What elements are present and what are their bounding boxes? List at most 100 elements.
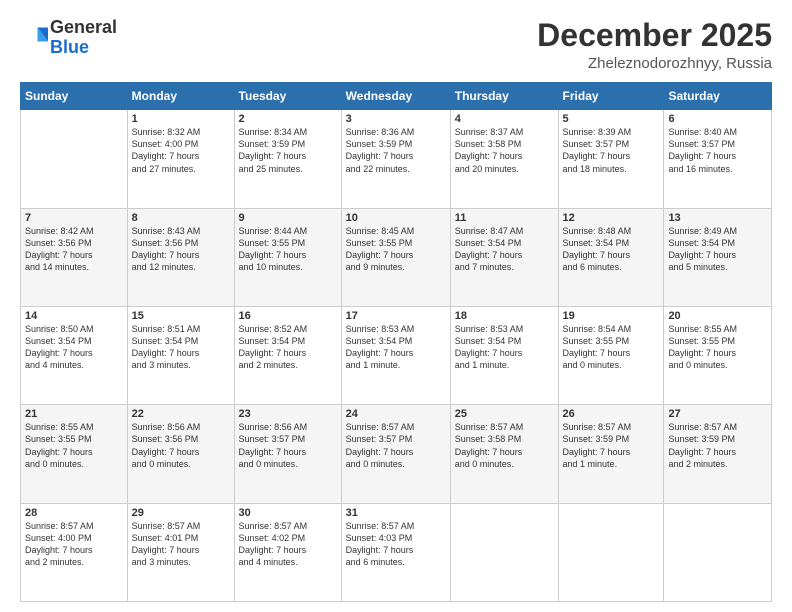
calendar-cell: 1Sunrise: 8:32 AMSunset: 4:00 PMDaylight… (127, 110, 234, 208)
calendar-header-sunday: Sunday (21, 83, 128, 110)
calendar-cell: 21Sunrise: 8:55 AMSunset: 3:55 PMDayligh… (21, 405, 128, 503)
day-info: Sunrise: 8:57 AMSunset: 3:59 PMDaylight:… (668, 421, 767, 470)
day-info: Sunrise: 8:36 AMSunset: 3:59 PMDaylight:… (346, 126, 446, 175)
day-number: 5 (563, 113, 660, 125)
generalblue-logo-icon (20, 24, 48, 52)
calendar-cell: 18Sunrise: 8:53 AMSunset: 3:54 PMDayligh… (450, 306, 558, 404)
calendar-cell: 4Sunrise: 8:37 AMSunset: 3:58 PMDaylight… (450, 110, 558, 208)
calendar-cell: 28Sunrise: 8:57 AMSunset: 4:00 PMDayligh… (21, 503, 128, 601)
calendar-header-wednesday: Wednesday (341, 83, 450, 110)
day-info: Sunrise: 8:56 AMSunset: 3:56 PMDaylight:… (132, 421, 230, 470)
calendar-week-4: 28Sunrise: 8:57 AMSunset: 4:00 PMDayligh… (21, 503, 772, 601)
day-info: Sunrise: 8:57 AMSunset: 3:57 PMDaylight:… (346, 421, 446, 470)
calendar-cell: 6Sunrise: 8:40 AMSunset: 3:57 PMDaylight… (664, 110, 772, 208)
day-number: 25 (455, 408, 554, 420)
day-number: 24 (346, 408, 446, 420)
calendar-cell: 15Sunrise: 8:51 AMSunset: 3:54 PMDayligh… (127, 306, 234, 404)
day-info: Sunrise: 8:55 AMSunset: 3:55 PMDaylight:… (668, 323, 767, 372)
calendar-cell (21, 110, 128, 208)
day-info: Sunrise: 8:49 AMSunset: 3:54 PMDaylight:… (668, 225, 767, 274)
day-info: Sunrise: 8:57 AMSunset: 4:00 PMDaylight:… (25, 520, 123, 569)
day-number: 3 (346, 113, 446, 125)
calendar-header-thursday: Thursday (450, 83, 558, 110)
day-number: 18 (455, 310, 554, 322)
day-info: Sunrise: 8:53 AMSunset: 3:54 PMDaylight:… (346, 323, 446, 372)
day-number: 16 (239, 310, 337, 322)
day-number: 23 (239, 408, 337, 420)
calendar-header-tuesday: Tuesday (234, 83, 341, 110)
day-info: Sunrise: 8:37 AMSunset: 3:58 PMDaylight:… (455, 126, 554, 175)
logo-text: General Blue (50, 18, 117, 58)
day-info: Sunrise: 8:39 AMSunset: 3:57 PMDaylight:… (563, 126, 660, 175)
day-info: Sunrise: 8:44 AMSunset: 3:55 PMDaylight:… (239, 225, 337, 274)
day-number: 26 (563, 408, 660, 420)
subtitle: Zheleznodorozhnyy, Russia (537, 55, 772, 72)
day-info: Sunrise: 8:56 AMSunset: 3:57 PMDaylight:… (239, 421, 337, 470)
calendar-cell: 19Sunrise: 8:54 AMSunset: 3:55 PMDayligh… (558, 306, 664, 404)
day-number: 4 (455, 113, 554, 125)
day-number: 12 (563, 212, 660, 224)
calendar-cell: 14Sunrise: 8:50 AMSunset: 3:54 PMDayligh… (21, 306, 128, 404)
calendar-cell: 29Sunrise: 8:57 AMSunset: 4:01 PMDayligh… (127, 503, 234, 601)
calendar-cell: 25Sunrise: 8:57 AMSunset: 3:58 PMDayligh… (450, 405, 558, 503)
day-info: Sunrise: 8:55 AMSunset: 3:55 PMDaylight:… (25, 421, 123, 470)
calendar-cell: 24Sunrise: 8:57 AMSunset: 3:57 PMDayligh… (341, 405, 450, 503)
calendar-header-saturday: Saturday (664, 83, 772, 110)
calendar-week-3: 21Sunrise: 8:55 AMSunset: 3:55 PMDayligh… (21, 405, 772, 503)
day-info: Sunrise: 8:47 AMSunset: 3:54 PMDaylight:… (455, 225, 554, 274)
day-info: Sunrise: 8:57 AMSunset: 4:03 PMDaylight:… (346, 520, 446, 569)
day-number: 7 (25, 212, 123, 224)
day-info: Sunrise: 8:48 AMSunset: 3:54 PMDaylight:… (563, 225, 660, 274)
day-number: 10 (346, 212, 446, 224)
day-info: Sunrise: 8:57 AMSunset: 3:59 PMDaylight:… (563, 421, 660, 470)
calendar-cell: 23Sunrise: 8:56 AMSunset: 3:57 PMDayligh… (234, 405, 341, 503)
day-info: Sunrise: 8:34 AMSunset: 3:59 PMDaylight:… (239, 126, 337, 175)
calendar-cell: 22Sunrise: 8:56 AMSunset: 3:56 PMDayligh… (127, 405, 234, 503)
calendar-header-friday: Friday (558, 83, 664, 110)
day-info: Sunrise: 8:54 AMSunset: 3:55 PMDaylight:… (563, 323, 660, 372)
calendar-cell: 9Sunrise: 8:44 AMSunset: 3:55 PMDaylight… (234, 208, 341, 306)
calendar-cell: 5Sunrise: 8:39 AMSunset: 3:57 PMDaylight… (558, 110, 664, 208)
day-info: Sunrise: 8:40 AMSunset: 3:57 PMDaylight:… (668, 126, 767, 175)
day-info: Sunrise: 8:52 AMSunset: 3:54 PMDaylight:… (239, 323, 337, 372)
calendar-header-row: SundayMondayTuesdayWednesdayThursdayFrid… (21, 83, 772, 110)
calendar-cell: 31Sunrise: 8:57 AMSunset: 4:03 PMDayligh… (341, 503, 450, 601)
calendar-week-1: 7Sunrise: 8:42 AMSunset: 3:56 PMDaylight… (21, 208, 772, 306)
logo-blue: Blue (50, 37, 89, 57)
day-number: 17 (346, 310, 446, 322)
calendar-cell: 16Sunrise: 8:52 AMSunset: 3:54 PMDayligh… (234, 306, 341, 404)
header: General Blue December 2025 Zheleznodoroz… (20, 18, 772, 72)
day-info: Sunrise: 8:32 AMSunset: 4:00 PMDaylight:… (132, 126, 230, 175)
day-info: Sunrise: 8:45 AMSunset: 3:55 PMDaylight:… (346, 225, 446, 274)
calendar-cell (450, 503, 558, 601)
day-info: Sunrise: 8:57 AMSunset: 4:02 PMDaylight:… (239, 520, 337, 569)
calendar-cell: 11Sunrise: 8:47 AMSunset: 3:54 PMDayligh… (450, 208, 558, 306)
day-info: Sunrise: 8:42 AMSunset: 3:56 PMDaylight:… (25, 225, 123, 274)
calendar-cell (664, 503, 772, 601)
day-number: 30 (239, 507, 337, 519)
logo-general: General (50, 17, 117, 37)
calendar-cell: 27Sunrise: 8:57 AMSunset: 3:59 PMDayligh… (664, 405, 772, 503)
day-number: 21 (25, 408, 123, 420)
page: General Blue December 2025 Zheleznodoroz… (0, 0, 792, 612)
day-number: 28 (25, 507, 123, 519)
calendar-cell: 13Sunrise: 8:49 AMSunset: 3:54 PMDayligh… (664, 208, 772, 306)
calendar-cell: 26Sunrise: 8:57 AMSunset: 3:59 PMDayligh… (558, 405, 664, 503)
day-number: 13 (668, 212, 767, 224)
calendar-cell: 7Sunrise: 8:42 AMSunset: 3:56 PMDaylight… (21, 208, 128, 306)
calendar-header-monday: Monday (127, 83, 234, 110)
calendar-cell: 8Sunrise: 8:43 AMSunset: 3:56 PMDaylight… (127, 208, 234, 306)
calendar-cell (558, 503, 664, 601)
day-number: 31 (346, 507, 446, 519)
calendar-cell: 10Sunrise: 8:45 AMSunset: 3:55 PMDayligh… (341, 208, 450, 306)
calendar-cell: 20Sunrise: 8:55 AMSunset: 3:55 PMDayligh… (664, 306, 772, 404)
day-number: 19 (563, 310, 660, 322)
day-info: Sunrise: 8:57 AMSunset: 3:58 PMDaylight:… (455, 421, 554, 470)
calendar-cell: 30Sunrise: 8:57 AMSunset: 4:02 PMDayligh… (234, 503, 341, 601)
main-title: December 2025 (537, 18, 772, 53)
calendar-cell: 12Sunrise: 8:48 AMSunset: 3:54 PMDayligh… (558, 208, 664, 306)
calendar-cell: 2Sunrise: 8:34 AMSunset: 3:59 PMDaylight… (234, 110, 341, 208)
day-number: 2 (239, 113, 337, 125)
day-number: 22 (132, 408, 230, 420)
day-number: 8 (132, 212, 230, 224)
